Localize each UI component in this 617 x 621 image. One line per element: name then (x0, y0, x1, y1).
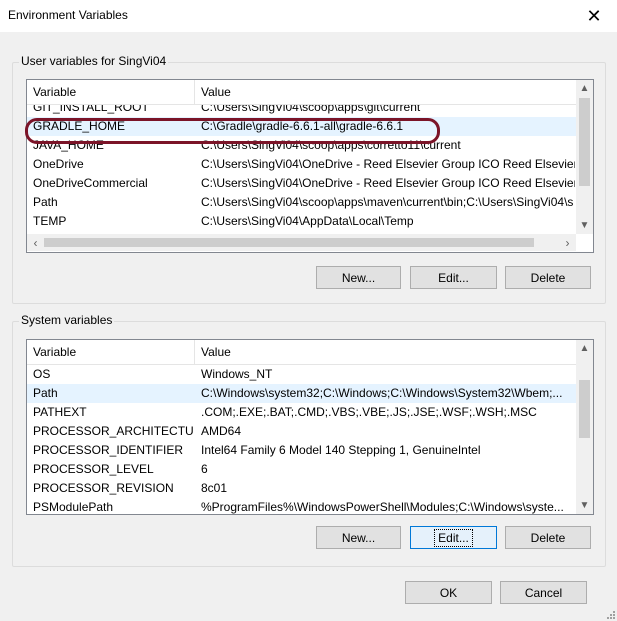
chevron-down-icon[interactable]: ▼ (576, 217, 593, 234)
scroll-thumb[interactable] (579, 98, 590, 186)
table-row[interactable]: PROCESSOR_LEVEL 6 (27, 460, 576, 479)
system-delete-label: Delete (530, 530, 566, 545)
chevron-up-icon[interactable]: ▲ (576, 340, 593, 357)
system-edit-button[interactable]: Edit... (410, 526, 497, 549)
variable-value: C:\Users\SingVi04\AppData\Local\Temp (201, 214, 414, 228)
system-new-button[interactable]: New... (316, 526, 401, 549)
chevron-left-icon[interactable]: ‹ (27, 234, 44, 251)
variable-value: %ProgramFiles%\WindowsPowerShell\Modules… (201, 500, 564, 514)
user-new-label: New... (341, 270, 376, 285)
ok-button[interactable]: OK (405, 581, 492, 604)
user-variables-label: User variables for SingVi04 (19, 54, 169, 68)
user-delete-label: Delete (530, 270, 566, 285)
system-new-label: New... (341, 530, 376, 545)
variable-value: 8c01 (201, 481, 228, 495)
cancel-button[interactable]: Cancel (500, 581, 587, 604)
variable-name: JAVA_HOME (33, 138, 104, 152)
system-variables-label: System variables (19, 313, 115, 327)
table-row[interactable]: OS Windows_NT (27, 365, 576, 384)
title-bar: Environment Variables ✕ (0, 0, 617, 32)
list-header: Variable Value (27, 340, 576, 365)
hscroll-thumb[interactable] (44, 238, 534, 247)
variable-value: C:\Users\SingVi04\scoop\apps\maven\curre… (201, 195, 574, 209)
variable-value: C:\Users\SingVi04\scoop\apps\corretto11\… (201, 138, 461, 152)
close-button[interactable]: ✕ (571, 0, 617, 32)
variable-name: PATHEXT (33, 405, 87, 419)
resize-grip-icon[interactable] (605, 609, 615, 619)
variable-value: C:\Windows\system32;C:\Windows;C:\Window… (201, 386, 563, 400)
variable-name: PROCESSOR_REVISION (33, 481, 174, 495)
user-rows: GIT_INSTALL_ROOT C:\Users\SingVi04\scoop\… (27, 105, 576, 231)
table-row[interactable]: GRADLE_HOME C:\Gradle\gradle-6.6.1-all\gr… (27, 117, 576, 136)
user-vertical-scrollbar[interactable]: ▲ ▼ (576, 80, 593, 234)
table-row[interactable]: OneDriveCommercial C:\Users\SingVi04\OneD… (27, 174, 576, 193)
chevron-up-icon[interactable]: ▲ (576, 80, 593, 97)
ok-label: OK (439, 585, 458, 600)
variable-name: PROCESSOR_IDENTIFIER (33, 443, 184, 457)
variable-value: AMD64 (201, 424, 242, 438)
user-new-button[interactable]: New... (316, 266, 401, 289)
system-edit-label: Edit... (434, 528, 473, 547)
column-header-variable[interactable]: Variable (27, 340, 195, 364)
variable-value: .COM;.EXE;.BAT;.CMD;.VBS;.VBE;.JS;.JSE;.… (201, 405, 537, 419)
variable-value: Intel64 Family 6 Model 140 Stepping 1, G… (201, 443, 481, 457)
variable-name: OS (33, 367, 51, 381)
system-delete-button[interactable]: Delete (505, 526, 591, 549)
table-row[interactable]: PROCESSOR_REVISION 8c01 (27, 479, 576, 498)
user-edit-button[interactable]: Edit... (410, 266, 497, 289)
variable-name: PROCESSOR_ARCHITECTURE (33, 424, 193, 438)
close-icon: ✕ (586, 5, 602, 26)
column-header-variable[interactable]: Variable (27, 80, 195, 104)
user-variables-list[interactable]: Variable Value GIT_INSTALL_ROOT C:\Users\… (26, 79, 594, 253)
cancel-label: Cancel (524, 585, 563, 600)
table-row[interactable]: Path C:\Users\SingVi04\scoop\apps\maven\c… (27, 193, 576, 212)
system-rows: OS Windows_NT Path C:\Windows\system32;C:\W… (27, 365, 576, 514)
table-row[interactable]: PROCESSOR_ARCHITECTURE AMD64 (27, 422, 576, 441)
variable-value: C:\Users\SingVi04\OneDrive - Reed Elsevi… (201, 176, 575, 190)
chevron-right-icon[interactable]: › (559, 234, 576, 251)
variable-name: Path (33, 386, 58, 400)
table-row[interactable]: OneDrive C:\Users\SingVi04\OneDrive - Ree… (27, 155, 576, 174)
variable-name: OneDrive (33, 157, 84, 171)
system-vertical-scrollbar[interactable]: ▲ ▼ (576, 340, 593, 514)
system-variables-list[interactable]: Variable Value OS Windows_NT Path C:\Window… (26, 339, 594, 515)
column-header-value[interactable]: Value (195, 340, 593, 364)
table-row[interactable]: Path C:\Windows\system32;C:\Windows;C:\Wi… (27, 384, 576, 403)
variable-name: OneDriveCommercial (33, 176, 148, 190)
scroll-thumb[interactable] (579, 380, 590, 438)
variable-name: Path (33, 195, 58, 209)
variable-name: GRADLE_HOME (33, 119, 126, 133)
table-row[interactable]: TEMP C:\Users\SingVi04\AppData\Local\Temp (27, 212, 576, 231)
list-header: Variable Value (27, 80, 576, 105)
variable-name: PSModulePath (33, 500, 114, 514)
column-header-value[interactable]: Value (195, 80, 593, 104)
variable-value: 6 (201, 462, 208, 476)
user-horizontal-scrollbar[interactable]: ‹ › (27, 234, 576, 251)
variable-name: TEMP (33, 214, 67, 228)
table-row[interactable]: PROCESSOR_IDENTIFIER Intel64 Family 6 Mod… (27, 441, 576, 460)
window-title: Environment Variables (8, 8, 128, 22)
variable-value: C:\Users\SingVi04\OneDrive - Reed Elsevi… (201, 157, 575, 171)
user-delete-button[interactable]: Delete (505, 266, 591, 289)
chevron-down-icon[interactable]: ▼ (576, 497, 593, 514)
variable-value: C:\Gradle\gradle-6.6.1-all\gradle-6.6.1 (201, 119, 404, 133)
table-row[interactable]: PATHEXT .COM;.EXE;.BAT;.CMD;.VBS;.VBE;.JS… (27, 403, 576, 422)
variable-value: Windows_NT (201, 367, 273, 381)
user-edit-label: Edit... (438, 270, 469, 285)
variable-name: PROCESSOR_LEVEL (33, 462, 154, 476)
environment-variables-dialog: Environment Variables ✕ User variables f… (0, 0, 617, 621)
table-row[interactable]: PSModulePath %ProgramFiles%\WindowsPowerS… (27, 498, 576, 514)
table-row[interactable]: JAVA_HOME C:\Users\SingVi04\scoop\apps\co… (27, 136, 576, 155)
